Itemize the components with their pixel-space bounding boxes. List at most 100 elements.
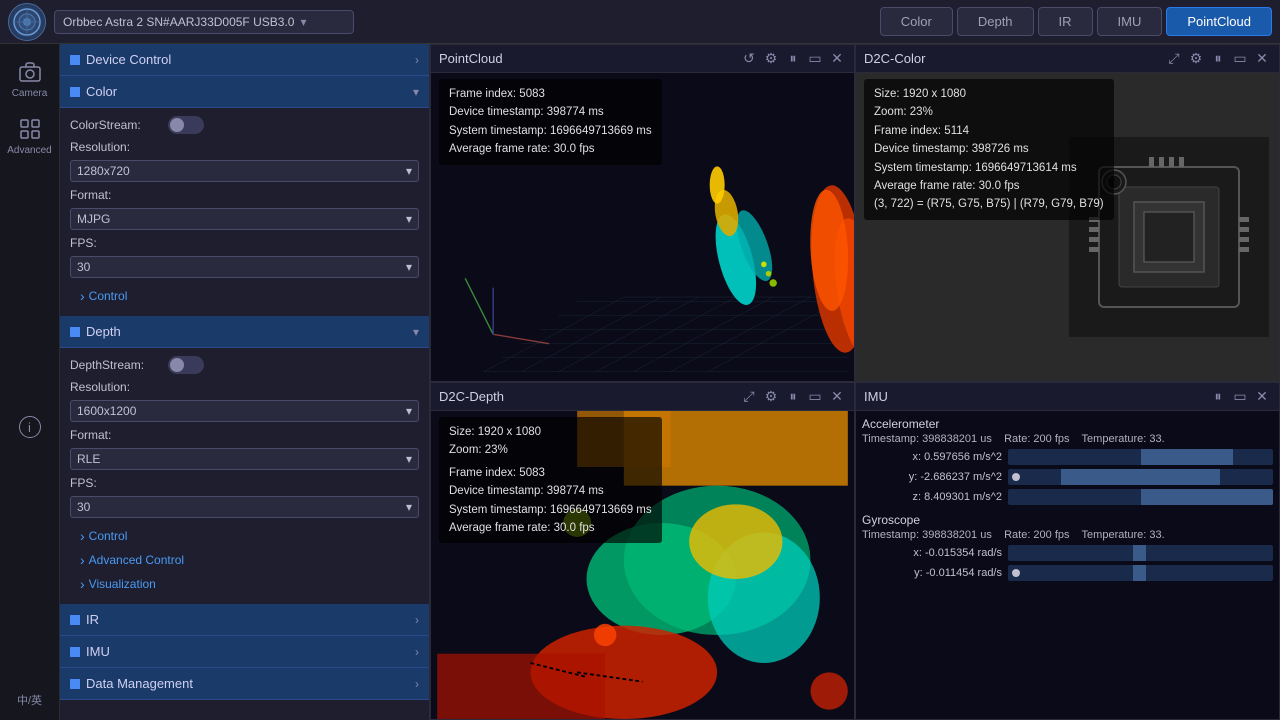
depth-resolution-select[interactable]: 1600x1200 ▾ [70,400,419,422]
d2c-depth-avg-fps: Average frame rate: 30.0 fps [449,519,652,537]
gyroscope-meta: Timestamp: 398838201 us Rate: 200 fps Te… [862,529,1273,541]
d2c-depth-content: Size: 1920 x 1080 Zoom: 23% Frame index:… [431,411,854,719]
sidebar-item-advanced[interactable]: Advanced [4,109,56,162]
camera-label: Camera [12,88,48,99]
tab-ir[interactable]: IR [1038,7,1093,36]
depthstream-toggle[interactable] [168,356,204,374]
colorstream-row: ColorStream: [70,116,419,134]
dropdown-arrow-icon: ▾ [300,15,306,29]
language-button[interactable]: 中/英 [17,692,42,708]
accelerometer-section: Accelerometer Timestamp: 398838201 us Ra… [862,417,1273,505]
d2c-depth-controls: ⤢ ⚙ ⏸ ▭ ✕ [740,388,846,406]
depth-section-header[interactable]: Depth ▾ [60,316,429,348]
imu-minimize-btn[interactable]: ▭ [1231,388,1249,406]
color-format-value: MJPG [77,212,110,226]
depth-resolution-value: 1600x1200 [77,404,136,418]
depth-section-title: Depth [86,324,407,339]
d2c-depth-settings-btn[interactable]: ⚙ [762,388,780,406]
accel-x-bar [1141,449,1234,465]
pc-device-timestamp: Device timestamp: 398774 ms [449,103,652,121]
color-fps-row: FPS: [70,236,419,250]
icon-sidebar: Camera Advanced i 中/英 [0,44,60,720]
tab-depth[interactable]: Depth [957,7,1034,36]
d2c-color-settings-btn[interactable]: ⚙ [1187,50,1205,68]
imu-controls: ⏸ ▭ ✕ [1209,388,1271,406]
gyro-temp: Temperature: 33. [1082,529,1165,541]
imu-titlebar: IMU ⏸ ▭ ✕ [856,383,1279,411]
gyro-y-bar-track [1008,565,1273,581]
device-control-indicator [70,55,80,65]
d2c-color-close-btn[interactable]: ✕ [1253,50,1271,68]
imu-close-btn[interactable]: ✕ [1253,388,1271,406]
d2c-color-avg-fps: Average frame rate: 30.0 fps [874,177,1104,195]
depth-resolution-dropdown-icon: ▾ [406,404,412,418]
color-arrow-icon: ▾ [413,85,419,99]
depth-format-label: Format: [70,428,111,442]
color-format-select[interactable]: MJPG ▾ [70,208,419,230]
pointcloud-close-btn[interactable]: ✕ [828,50,846,68]
data-management-arrow-icon: › [415,677,419,691]
d2c-depth-zoom: Zoom: 23% [449,441,652,459]
pointcloud-refresh-btn[interactable]: ↺ [740,50,758,68]
color-format-select-row: MJPG ▾ [70,208,419,230]
d2c-depth-minimize-btn[interactable]: ▭ [806,388,824,406]
tab-imu[interactable]: IMU [1097,7,1163,36]
pointcloud-settings-btn[interactable]: ⚙ [762,50,780,68]
depth-fps-dropdown-icon: ▾ [406,500,412,514]
accel-temp: Temperature: 33. [1082,433,1165,445]
advanced-icon [16,115,44,143]
imu-pause-btn[interactable]: ⏸ [1209,388,1227,406]
color-section-header[interactable]: Color ▾ [60,76,429,108]
pc-avg-frame-rate: Average frame rate: 30.0 fps [449,140,652,158]
d2c-color-minimize-btn[interactable]: ▭ [1231,50,1249,68]
color-control-link[interactable]: Control [70,284,419,308]
visualization-link[interactable]: Visualization [70,572,419,596]
d2c-color-expand-btn[interactable]: ⤢ [1165,50,1183,68]
d2c-depth-size: Size: 1920 x 1080 [449,423,652,441]
control-panel: Device Control › Color ▾ ColorStream: Re… [60,44,430,720]
device-selector[interactable]: Orbbec Astra 2 SN#AARJ33D005F USB3.0 ▾ [54,10,354,34]
tab-pointcloud[interactable]: PointCloud [1166,7,1272,36]
depth-control-link-label: Control [89,529,128,543]
d2c-depth-close-btn[interactable]: ✕ [828,388,846,406]
imu-indicator [70,647,80,657]
sidebar-item-info[interactable]: i [4,410,56,444]
advanced-control-link[interactable]: Advanced Control [70,548,419,572]
ir-indicator [70,615,80,625]
tab-color[interactable]: Color [880,7,953,36]
depth-control-link[interactable]: Control [70,524,419,548]
pointcloud-pause-btn[interactable]: ⏸ [784,50,802,68]
gyroscope-section: Gyroscope Timestamp: 398838201 us Rate: … [862,513,1273,581]
pointcloud-minimize-btn[interactable]: ▭ [806,50,824,68]
device-control-header[interactable]: Device Control › [60,44,429,76]
color-fps-select[interactable]: 30 ▾ [70,256,419,278]
fps-dropdown-icon: ▾ [406,260,412,274]
data-management-header[interactable]: Data Management › [60,668,429,700]
d2c-depth-pause-btn[interactable]: ⏸ [784,388,802,406]
accel-y-label: y: -2.686237 m/s^2 [862,471,1002,483]
imu-title: IMU [864,389,1203,404]
depth-format-select[interactable]: RLE ▾ [70,448,419,470]
color-resolution-label: Resolution: [70,140,130,154]
d2c-color-pixel-info: (3, 722) = (R75, G75, B75) | (R79, G79, … [874,195,1104,213]
ir-section-header[interactable]: IR › [60,604,429,636]
nav-tabs: Color Depth IR IMU PointCloud [880,7,1272,36]
d2c-depth-expand-btn[interactable]: ⤢ [740,388,758,406]
sidebar-item-camera[interactable]: Camera [4,52,56,105]
colorstream-label: ColorStream: [70,118,160,132]
imu-section-header[interactable]: IMU › [60,636,429,668]
accel-timestamp: Timestamp: 398838201 us [862,433,992,445]
d2c-color-content: Size: 1920 x 1080 Zoom: 23% Frame index:… [856,73,1279,381]
d2c-color-pause-btn[interactable]: ⏸ [1209,50,1227,68]
pointcloud-panel: PointCloud ↺ ⚙ ⏸ ▭ ✕ Frame index: 5083 D… [430,44,855,382]
info-icon: i [19,416,41,438]
depth-fps-select[interactable]: 30 ▾ [70,496,419,518]
device-name: Orbbec Astra 2 SN#AARJ33D005F USB3.0 [63,15,294,29]
imu-content: Accelerometer Timestamp: 398838201 us Ra… [856,411,1279,719]
pointcloud-controls: ↺ ⚙ ⏸ ▭ ✕ [740,50,846,68]
depth-fps-row: FPS: [70,476,419,490]
accel-y-dot [1012,473,1020,481]
color-resolution-select[interactable]: 1280x720 ▾ [70,160,419,182]
colorstream-toggle[interactable] [168,116,204,134]
d2c-depth-titlebar: D2C-Depth ⤢ ⚙ ⏸ ▭ ✕ [431,383,854,411]
